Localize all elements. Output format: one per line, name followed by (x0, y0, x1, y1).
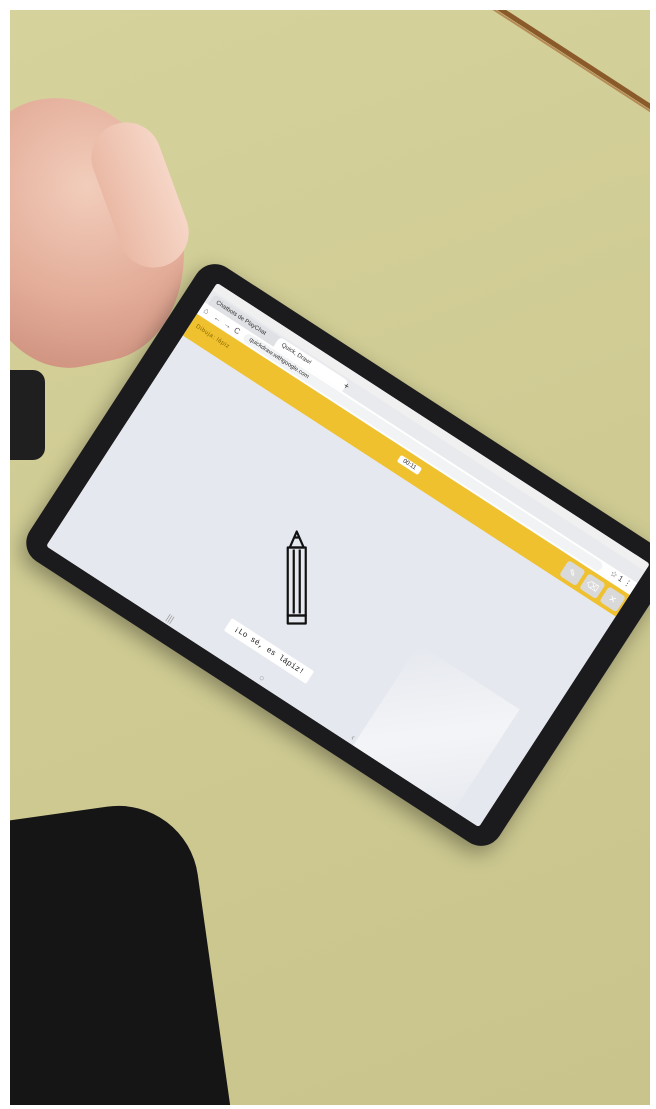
reload-icon[interactable]: C (232, 326, 242, 337)
android-back-button[interactable]: ‹ (349, 732, 357, 742)
android-home-button[interactable]: ○ (257, 672, 267, 683)
home-icon[interactable]: ⌂ (202, 306, 211, 316)
photo-scene: Chatbots de PlayChat Quick, Draw! + ⌂ ← … (10, 10, 650, 1105)
menu-icon[interactable]: ⋮ (622, 577, 634, 589)
back-icon[interactable]: ← (212, 312, 224, 324)
sleeve-bottom (10, 795, 232, 1105)
table-edge (457, 10, 650, 164)
pencil-drawing (286, 530, 307, 625)
tablet-screen: Chatbots de PlayChat Quick, Draw! + ⌂ ← … (46, 282, 650, 828)
screen-glare (342, 644, 520, 827)
timer: 00:11 (396, 454, 422, 475)
sleeve-top (10, 370, 45, 460)
forward-icon[interactable]: → (222, 319, 234, 331)
